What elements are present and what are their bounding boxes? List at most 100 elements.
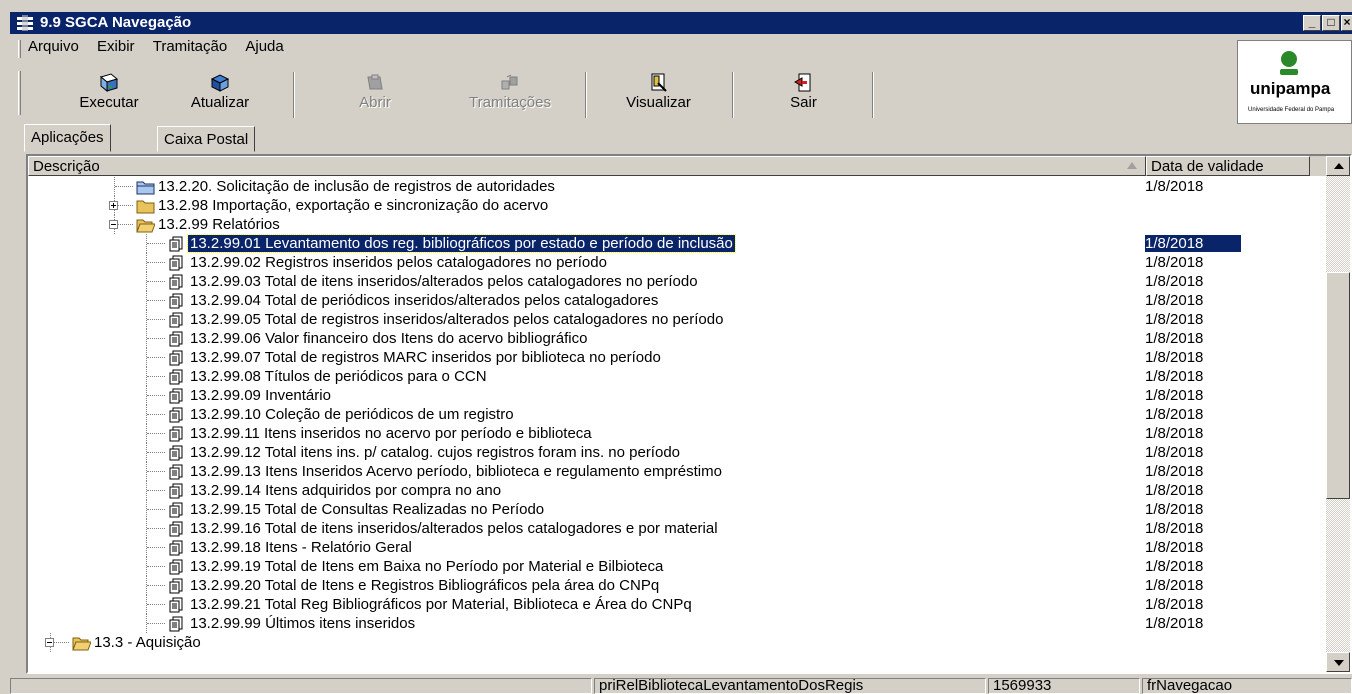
tree-line	[146, 367, 166, 386]
report-icon	[168, 502, 187, 518]
tab-caixa-postal[interactable]: Caixa Postal	[157, 126, 256, 152]
menu-bar: Arquivo Exibir Tramitação Ajuda	[28, 38, 298, 60]
tramitacoes-button[interactable]: Tramitações	[445, 69, 575, 119]
tab-aplicacoes[interactable]: Aplicações	[24, 124, 111, 152]
tree-row[interactable]: 13.2.99.01 Levantamento dos reg. bibliog…	[28, 234, 1328, 253]
column-descricao-label: Descrição	[33, 158, 100, 175]
report-icon	[168, 597, 187, 613]
tree-item-date: 1/8/2018	[1145, 596, 1204, 613]
sort-arrow-icon	[1127, 162, 1137, 169]
tree-item-date: 1/8/2018	[1145, 577, 1204, 594]
menu-ajuda[interactable]: Ajuda	[245, 38, 283, 55]
open-icon	[367, 74, 383, 90]
tree-row[interactable]: 13.2.99.99 Últimos itens inseridos 1/8/20…	[28, 614, 1328, 633]
window-title: 9.9 SGCA Navegação	[40, 14, 192, 31]
report-icon	[168, 293, 187, 309]
tree-row[interactable]: 13.3 - Aquisição	[28, 633, 1328, 652]
tree-row[interactable]: 13.2.99.06 Valor financeiro dos Itens do…	[28, 329, 1328, 348]
report-icon	[168, 616, 187, 632]
tree-list-panel[interactable]: Descrição Data de validade 13.2.20. Soli…	[26, 154, 1352, 674]
visualizar-button[interactable]: Visualizar	[606, 69, 711, 119]
tree-row[interactable]: 13.2.99.11 Itens inseridos no acervo por…	[28, 424, 1328, 443]
collapse-icon[interactable]	[45, 638, 54, 647]
tree-item-date: 1/8/2018	[1145, 539, 1204, 556]
executar-button[interactable]: Executar	[64, 69, 154, 119]
report-icon	[168, 445, 187, 461]
tree-row[interactable]: 13.2.98 Importação, exportação e sincron…	[28, 196, 1328, 215]
tree-item-date: 1/8/2018	[1145, 349, 1204, 366]
tree-row[interactable]: 13.2.99.18 Itens - Relatório Geral 1/8/20…	[28, 538, 1328, 557]
tree-item-label: 13.2.99.15 Total de Consultas Realizadas…	[190, 501, 545, 518]
menu-arquivo[interactable]: Arquivo	[28, 38, 79, 55]
vertical-scrollbar[interactable]	[1326, 156, 1350, 672]
scroll-down-button[interactable]	[1326, 652, 1350, 672]
tree-line	[146, 576, 166, 595]
report-icon	[168, 407, 187, 423]
tree-line	[146, 557, 166, 576]
scroll-up-button[interactable]	[1326, 156, 1350, 176]
toolbar-separator	[293, 72, 295, 118]
tree-line	[146, 500, 166, 519]
atualizar-label: Atualizar	[190, 94, 250, 111]
tree-row[interactable]: 13.2.99.09 Inventário 1/8/2018	[28, 386, 1328, 405]
tree-row[interactable]: 13.2.99.07 Total de registros MARC inser…	[28, 348, 1328, 367]
tree-item-label: 13.2.99.10 Coleção de periódicos de um r…	[190, 406, 514, 423]
minimize-button[interactable]: _	[1303, 15, 1321, 31]
sair-label: Sair	[790, 94, 817, 111]
menu-tramitacao[interactable]: Tramitação	[153, 38, 227, 55]
tree-item-date: 1/8/2018	[1145, 387, 1204, 404]
tree-item-label: 13.2.99.18 Itens - Relatório Geral	[190, 539, 412, 556]
tree-row[interactable]: 13.2.99 Relatórios	[28, 215, 1328, 234]
tree-line	[146, 405, 166, 424]
report-icon	[168, 540, 187, 556]
tree-row[interactable]: 13.2.99.03 Total de itens inseridos/alte…	[28, 272, 1328, 291]
tree-item-date: 1/8/2018	[1145, 501, 1204, 518]
title-bar[interactable]: 9.9 SGCA Navegação _ □ ×	[10, 12, 1352, 34]
tree-row[interactable]: 13.2.99.05 Total de registros inseridos/…	[28, 310, 1328, 329]
menu-grip	[18, 40, 21, 58]
tree-rows: 13.2.20. Solicitação de inclusão de regi…	[28, 177, 1328, 652]
close-button[interactable]: ×	[1341, 15, 1352, 31]
tree-row[interactable]: 13.2.99.04 Total de periódicos inseridos…	[28, 291, 1328, 310]
tree-row[interactable]: 13.2.99.12 Total itens ins. p/ catalog. …	[28, 443, 1328, 462]
report-icon	[168, 312, 187, 328]
tree-item-label: 13.2.99.07 Total de registros MARC inser…	[190, 349, 661, 366]
tree-item-label: 13.2.99.08 Títulos de periódicos para o …	[190, 368, 487, 385]
tree-item-label: 13.2.99.03 Total de itens inseridos/alte…	[190, 273, 698, 290]
logo-tree-icon	[1280, 51, 1298, 75]
status-screen: frNavegacao	[1142, 678, 1352, 694]
status-empty	[10, 678, 592, 694]
tree-item-date: 1/8/2018	[1145, 406, 1204, 423]
tree-row[interactable]: 13.2.99.20 Total de Itens e Registros Bi…	[28, 576, 1328, 595]
tree-row[interactable]: 13.2.99.16 Total de itens inseridos/alte…	[28, 519, 1328, 538]
sair-button[interactable]: Sair	[776, 69, 831, 119]
tree-row[interactable]: 13.2.99.15 Total de Consultas Realizadas…	[28, 500, 1328, 519]
scroll-thumb[interactable]	[1326, 272, 1350, 499]
tree-item-label: 13.2.99 Relatórios	[158, 216, 280, 233]
collapse-icon[interactable]	[109, 220, 118, 229]
toolbar-grip	[18, 71, 21, 115]
status-form: priRelBibliotecaLevantamentoDosRegis	[594, 678, 986, 694]
tree-row[interactable]: 13.2.99.21 Total Reg Bibliográficos por …	[28, 595, 1328, 614]
tree-row[interactable]: 13.2.99.08 Títulos de periódicos para o …	[28, 367, 1328, 386]
tree-row[interactable]: 13.2.99.10 Coleção de periódicos de um r…	[28, 405, 1328, 424]
column-header-descricao[interactable]: Descrição	[28, 156, 1146, 176]
abrir-button[interactable]: Abrir	[335, 69, 415, 119]
tree-item-date: 1/8/2018	[1145, 615, 1204, 632]
tree-row[interactable]: 13.2.99.19 Total de Itens em Baixa no Pe…	[28, 557, 1328, 576]
executar-label: Executar	[79, 94, 139, 111]
tree-line	[146, 272, 166, 291]
menu-exibir[interactable]: Exibir	[97, 38, 135, 55]
tree-row[interactable]: 13.2.20. Solicitação de inclusão de regi…	[28, 177, 1328, 196]
expand-icon[interactable]	[109, 201, 118, 210]
tramitacoes-label: Tramitações	[469, 94, 551, 111]
tree-item-label: 13.2.99.99 Últimos itens inseridos	[190, 615, 416, 632]
execute-icon	[99, 73, 119, 93]
logo-text: unipampa	[1250, 79, 1331, 98]
column-header-data[interactable]: Data de validade	[1146, 156, 1310, 176]
tree-row[interactable]: 13.2.99.13 Itens Inseridos Acervo períod…	[28, 462, 1328, 481]
atualizar-button[interactable]: Atualizar	[170, 69, 270, 119]
tree-row[interactable]: 13.2.99.02 Registros inseridos pelos cat…	[28, 253, 1328, 272]
maximize-button[interactable]: □	[1322, 15, 1340, 31]
tree-row[interactable]: 13.2.99.14 Itens adquiridos por compra n…	[28, 481, 1328, 500]
